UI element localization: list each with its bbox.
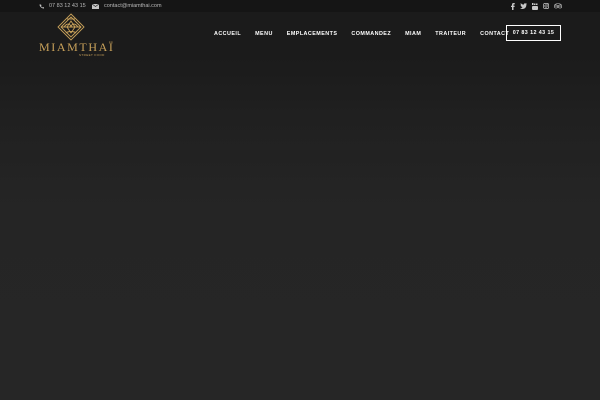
nav-item-contact[interactable]: CONTACT (480, 30, 509, 39)
nav-item-accueil[interactable]: ACCUEIL (214, 30, 241, 39)
youtube-link[interactable] (531, 2, 538, 10)
hero-section (0, 57, 600, 400)
phone-icon (39, 4, 44, 9)
topbar-email-text: contact@miamthai.com (104, 3, 162, 9)
facebook-icon (510, 2, 515, 10)
top-bar: 07 83 12 43 15 contact@miamthai.com (0, 0, 600, 12)
social-links (509, 2, 562, 10)
facebook-link[interactable] (509, 2, 516, 10)
main-navigation: ACCUEIL MENU EMPLACEMENTS COMMANDEZ MIAM… (214, 30, 509, 39)
tripadvisor-icon (553, 3, 562, 9)
nav-item-traiteur[interactable]: TRAITEUR (435, 30, 466, 39)
envelope-icon (92, 3, 99, 9)
topbar-email[interactable]: contact@miamthai.com (92, 2, 162, 10)
brand-name[interactable]: MIAMTHAÏ (39, 41, 113, 53)
nav-item-miam[interactable]: MIAM (405, 30, 421, 39)
nav-item-emplacements[interactable]: EMPLACEMENTS (287, 30, 338, 39)
phone-call-button[interactable]: 07 83 12 43 15 (506, 25, 561, 41)
youtube-icon (531, 2, 538, 10)
instagram-icon (542, 3, 549, 9)
tripadvisor-link[interactable] (553, 2, 562, 10)
twitter-link[interactable] (520, 2, 527, 10)
topbar-phone-text: 07 83 12 43 15 (49, 3, 86, 9)
topbar-phone[interactable]: 07 83 12 43 15 (39, 2, 86, 10)
ornament-icon (57, 13, 85, 41)
twitter-icon (520, 3, 527, 9)
nav-item-commandez[interactable]: COMMANDEZ (351, 30, 391, 39)
nav-item-menu[interactable]: MENU (255, 30, 273, 39)
instagram-link[interactable] (542, 2, 549, 10)
